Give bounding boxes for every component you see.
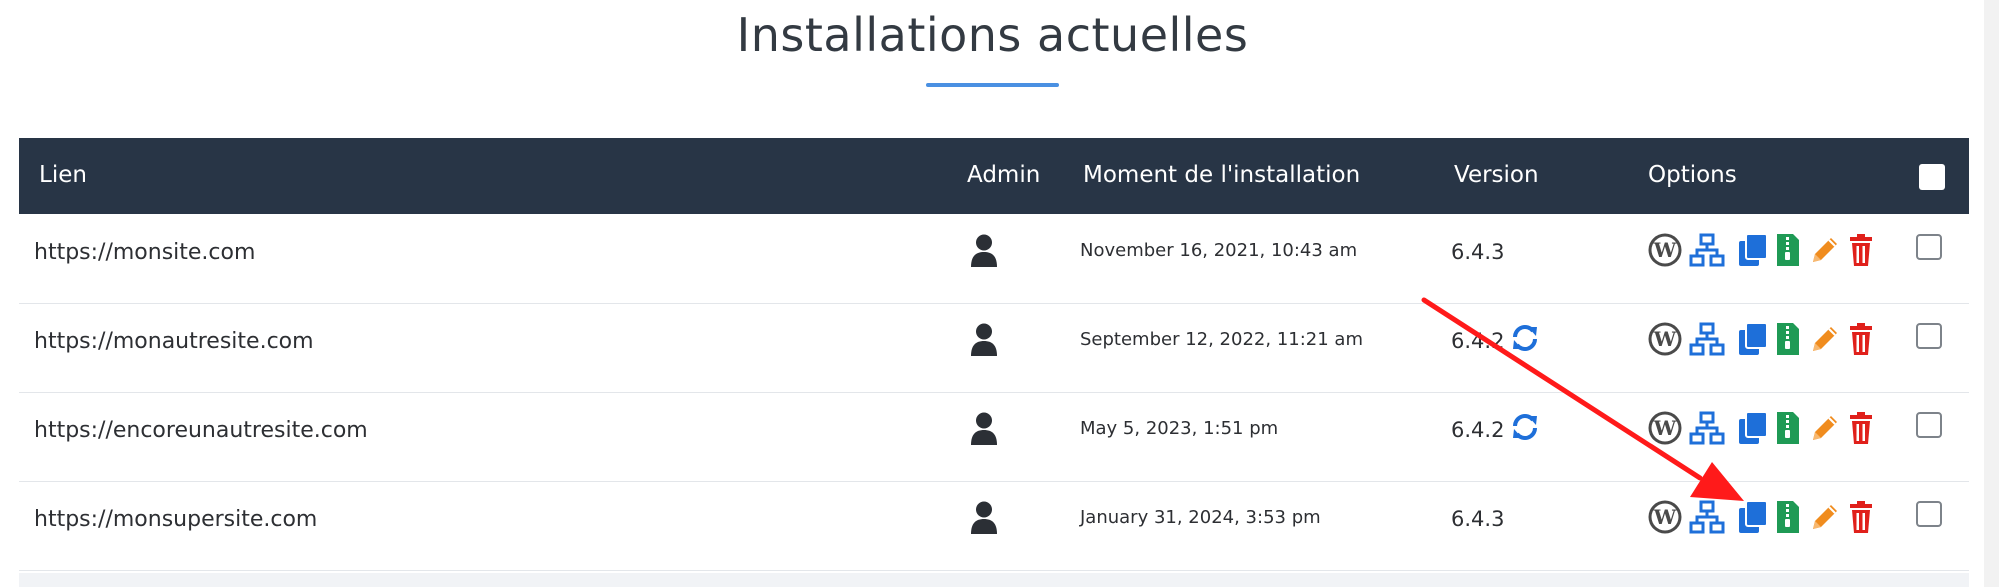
wordpress-icon[interactable]: W [1647, 232, 1683, 268]
staging-network-icon[interactable] [1689, 321, 1725, 357]
delete-trash-icon[interactable] [1843, 232, 1879, 268]
backup-zip-icon[interactable] [1769, 410, 1805, 446]
admin-user-icon[interactable] [970, 323, 998, 357]
admin-user-icon[interactable] [970, 234, 998, 268]
version-number: 6.4.3 [1451, 240, 1505, 264]
edit-pencil-icon[interactable] [1807, 499, 1843, 535]
table-row: https://monautresite.com September 12, 2… [19, 303, 1969, 393]
delete-trash-icon[interactable] [1843, 321, 1879, 357]
table-row: https://encoreunautresite.com May 5, 202… [19, 392, 1969, 482]
svg-text:W: W [1653, 238, 1677, 262]
table-header: Lien Admin Moment de l'installation Vers… [19, 138, 1969, 214]
backup-zip-icon[interactable] [1769, 499, 1805, 535]
version-number: 6.4.2 [1451, 418, 1505, 442]
title-underline [926, 83, 1059, 87]
row-select-checkbox[interactable] [1916, 501, 1942, 527]
site-link[interactable]: https://encoreunautresite.com [34, 418, 368, 443]
header-version: Version [1454, 162, 1539, 188]
header-link: Lien [39, 162, 87, 188]
svg-text:W: W [1653, 327, 1677, 351]
select-all-checkbox[interactable] [1919, 164, 1945, 190]
site-link[interactable]: https://monautresite.com [34, 329, 314, 354]
admin-user-icon[interactable] [970, 501, 998, 535]
update-available-icon[interactable] [1510, 323, 1540, 353]
edit-pencil-icon[interactable] [1807, 232, 1843, 268]
version-number: 6.4.2 [1451, 329, 1505, 353]
page-scrollbar[interactable] [1984, 0, 1999, 587]
clone-copy-icon[interactable] [1735, 410, 1771, 446]
page-title: Installations actuelles [736, 8, 1249, 62]
backup-zip-icon[interactable] [1769, 321, 1805, 357]
header-admin: Admin [967, 162, 1041, 188]
header-options: Options [1648, 162, 1737, 188]
wordpress-icon[interactable]: W [1647, 499, 1683, 535]
table-row: https://monsupersite.com January 31, 202… [19, 481, 1969, 571]
delete-trash-icon[interactable] [1843, 499, 1879, 535]
svg-text:W: W [1653, 505, 1677, 529]
install-date: November 16, 2021, 10:43 am [1080, 240, 1358, 261]
install-date: September 12, 2022, 11:21 am [1080, 329, 1363, 350]
staging-network-icon[interactable] [1689, 232, 1725, 268]
update-available-icon[interactable] [1510, 412, 1540, 442]
table-footer-strip [19, 573, 1969, 587]
staging-network-icon[interactable] [1689, 410, 1725, 446]
wordpress-icon[interactable]: W [1647, 321, 1683, 357]
row-select-checkbox[interactable] [1916, 234, 1942, 260]
staging-network-icon[interactable] [1689, 499, 1725, 535]
version-number: 6.4.3 [1451, 507, 1505, 531]
svg-text:W: W [1653, 416, 1677, 440]
install-date: January 31, 2024, 3:53 pm [1080, 507, 1321, 528]
backup-zip-icon[interactable] [1769, 232, 1805, 268]
header-install-time: Moment de l'installation [1083, 162, 1361, 188]
edit-pencil-icon[interactable] [1807, 321, 1843, 357]
row-select-checkbox[interactable] [1916, 412, 1942, 438]
edit-pencil-icon[interactable] [1807, 410, 1843, 446]
site-link[interactable]: https://monsupersite.com [34, 507, 317, 532]
clone-copy-icon[interactable] [1735, 232, 1771, 268]
delete-trash-icon[interactable] [1843, 410, 1879, 446]
table-row: https://monsite.com November 16, 2021, 1… [19, 214, 1969, 304]
row-select-checkbox[interactable] [1916, 323, 1942, 349]
clone-copy-icon[interactable] [1735, 499, 1771, 535]
site-link[interactable]: https://monsite.com [34, 240, 255, 265]
clone-copy-icon[interactable] [1735, 321, 1771, 357]
wordpress-icon[interactable]: W [1647, 410, 1683, 446]
install-date: May 5, 2023, 1:51 pm [1080, 418, 1279, 439]
admin-user-icon[interactable] [970, 412, 998, 446]
